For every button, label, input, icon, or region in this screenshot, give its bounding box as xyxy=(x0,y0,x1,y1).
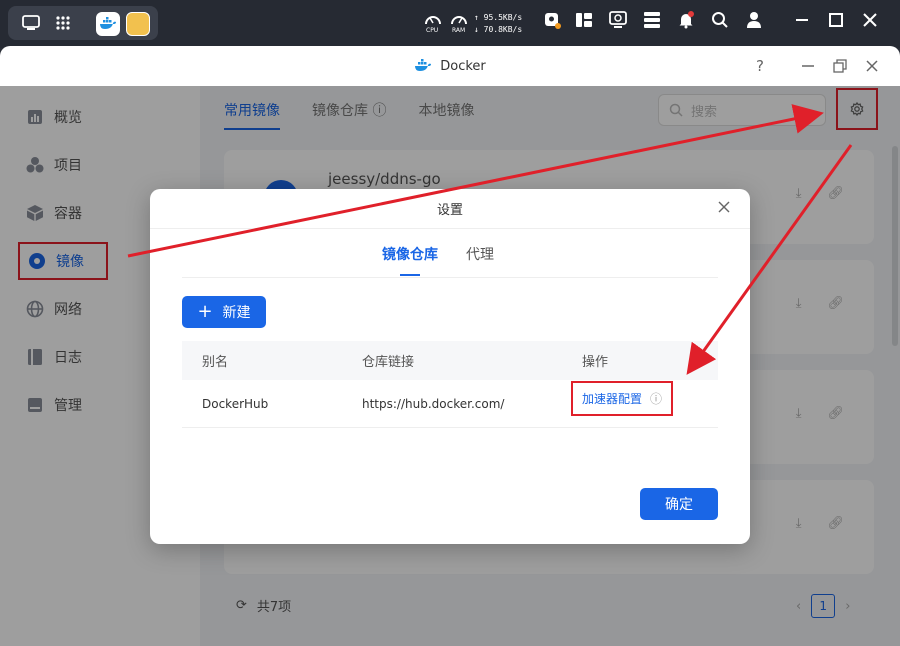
cpu-label: CPU xyxy=(426,27,439,34)
tab-proxy[interactable]: 代理 xyxy=(466,244,494,276)
security-icon[interactable] xyxy=(542,10,562,30)
dialog-header: 设置 xyxy=(150,189,750,229)
network-speed: ↑ 95.5KB/s ↓ 70.8KB/s xyxy=(474,12,522,36)
docker-app-icon[interactable] xyxy=(96,12,120,36)
settings-dialog: 设置 镜像仓库 代理 + 新建 别名 仓库链接 操作 DockerHub htt… xyxy=(150,189,750,544)
registry-alias: DockerHub xyxy=(202,396,269,411)
dialog-title: 设置 xyxy=(436,203,463,218)
ram-gauge-icon xyxy=(450,12,468,26)
accelerator-config-link[interactable]: 加速器配置 ⓘ xyxy=(571,381,673,416)
table-header: 别名 仓库链接 操作 xyxy=(182,341,718,380)
download-speed: ↓ 70.8KB/s xyxy=(474,25,523,34)
accelerator-config-label: 加速器配置 xyxy=(582,392,643,406)
new-button-label: 新建 xyxy=(222,305,251,321)
dialog-close-icon[interactable] xyxy=(718,201,730,217)
new-registry-button[interactable]: + 新建 xyxy=(182,296,266,328)
plus-icon: + xyxy=(197,301,213,322)
desktop-icon[interactable] xyxy=(20,14,42,32)
column-url: 仓库链接 xyxy=(362,355,415,370)
system-close-icon[interactable] xyxy=(860,10,880,30)
table-row: DockerHub https://hub.docker.com/ 加速器配置 … xyxy=(182,380,718,428)
user-icon[interactable] xyxy=(744,10,764,30)
cpu-gauge-icon xyxy=(424,12,442,26)
remote-desktop-icon[interactable] xyxy=(608,10,628,30)
ram-label: RAM xyxy=(452,27,466,34)
restore-icon[interactable] xyxy=(830,56,850,76)
docker-logo-icon xyxy=(415,59,432,71)
divider xyxy=(182,277,718,278)
system-taskbar: CPU RAM ↑ 95.5KB/s ↓ 70.8KB/s xyxy=(0,0,900,48)
storage-icon[interactable] xyxy=(642,10,662,30)
dialog-tabs: 镜像仓库 代理 xyxy=(382,244,494,276)
notes-app-icon[interactable] xyxy=(126,12,150,36)
column-alias: 别名 xyxy=(202,355,229,370)
window-title: Docker xyxy=(440,58,486,74)
system-minimize-icon[interactable] xyxy=(792,10,812,30)
file-manager-icon[interactable] xyxy=(574,10,594,30)
close-icon[interactable] xyxy=(862,56,882,76)
info-icon: ⓘ xyxy=(650,392,663,406)
notification-bell-icon[interactable] xyxy=(676,10,696,30)
registry-table: 别名 仓库链接 操作 DockerHub https://hub.docker.… xyxy=(182,341,718,428)
app-launcher-group xyxy=(8,6,158,40)
minimize-icon[interactable] xyxy=(798,56,818,76)
registry-url: https://hub.docker.com/ xyxy=(362,396,505,411)
system-maximize-icon[interactable] xyxy=(826,10,846,30)
ok-button[interactable]: 确定 xyxy=(640,488,718,520)
column-action: 操作 xyxy=(582,355,609,370)
search-icon[interactable] xyxy=(710,10,730,30)
upload-speed: ↑ 95.5KB/s xyxy=(474,13,523,22)
tab-registry[interactable]: 镜像仓库 xyxy=(382,244,438,276)
app-grid-icon[interactable] xyxy=(52,14,74,32)
help-icon[interactable]: ? xyxy=(750,56,770,76)
